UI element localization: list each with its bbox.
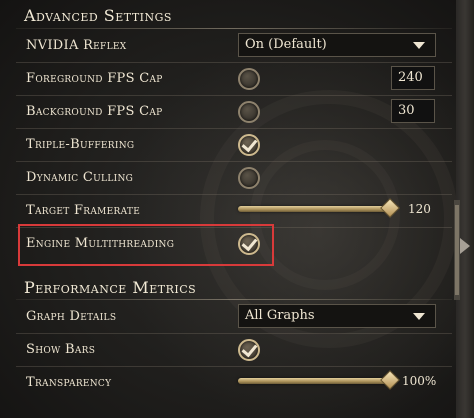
scrollbar-thumb[interactable] — [455, 205, 459, 295]
section-title-performance: Performance Metrics — [24, 278, 197, 297]
row-triple-buffering: Triple-Buffering — [16, 129, 452, 161]
section-divider — [16, 299, 452, 300]
label-background-fps-cap: Background FPS Cap — [26, 104, 163, 119]
background-fps-cap-input[interactable]: 30 — [391, 99, 435, 123]
label-foreground-fps-cap: Foreground FPS Cap — [26, 71, 163, 86]
label-triple-buffering: Triple-Buffering — [26, 137, 135, 152]
row-nvidia-reflex: NVIDIA Reflex On (Default) — [16, 30, 452, 62]
checkmark-icon — [241, 340, 258, 358]
row-show-bars: Show Bars — [16, 334, 452, 366]
label-target-framerate: Target Framerate — [26, 203, 141, 218]
target-framerate-slider[interactable] — [238, 206, 390, 212]
transparency-value: 100% — [402, 374, 437, 388]
target-framerate-value: 120 — [408, 202, 431, 216]
foreground-fps-cap-checkbox[interactable] — [238, 68, 260, 90]
chevron-down-icon[interactable] — [413, 313, 425, 320]
row-dynamic-culling: Dynamic Culling — [16, 162, 452, 194]
label-transparency: Transparency — [26, 375, 112, 390]
target-framerate-slider-thumb[interactable] — [380, 198, 400, 218]
nvidia-reflex-dropdown[interactable]: On (Default) — [238, 33, 436, 57]
graph-details-dropdown[interactable]: All Graphs — [238, 304, 436, 328]
graph-details-value: All Graphs — [245, 308, 315, 323]
scroll-right-arrow-icon[interactable] — [460, 238, 470, 254]
section-title-advanced: Advanced Settings — [24, 6, 172, 25]
nvidia-reflex-value: On (Default) — [245, 37, 327, 52]
foreground-fps-cap-value: 240 — [398, 70, 423, 85]
transparency-slider[interactable] — [238, 378, 390, 384]
triple-buffering-checkbox[interactable] — [238, 134, 260, 156]
row-target-framerate: Target Framerate 120 — [16, 195, 452, 227]
background-fps-cap-value: 30 — [398, 103, 415, 118]
highlight-box — [18, 224, 274, 266]
show-bars-checkbox[interactable] — [238, 339, 260, 361]
row-background-fps-cap: Background FPS Cap 30 — [16, 96, 452, 128]
label-dynamic-culling: Dynamic Culling — [26, 170, 134, 185]
dynamic-culling-checkbox[interactable] — [238, 167, 260, 189]
row-graph-details: Graph Details All Graphs — [16, 301, 452, 333]
chevron-down-icon[interactable] — [413, 42, 425, 49]
label-show-bars: Show Bars — [26, 342, 96, 357]
transparency-slider-thumb[interactable] — [380, 370, 400, 390]
row-foreground-fps-cap: Foreground FPS Cap 240 — [16, 63, 452, 95]
label-graph-details: Graph Details — [26, 309, 117, 324]
section-divider — [16, 28, 452, 29]
background-fps-cap-checkbox[interactable] — [238, 101, 260, 123]
checkmark-icon — [241, 135, 258, 153]
row-transparency: Transparency 100% — [16, 367, 452, 399]
label-nvidia-reflex: NVIDIA Reflex — [26, 38, 127, 53]
foreground-fps-cap-input[interactable]: 240 — [391, 66, 435, 90]
